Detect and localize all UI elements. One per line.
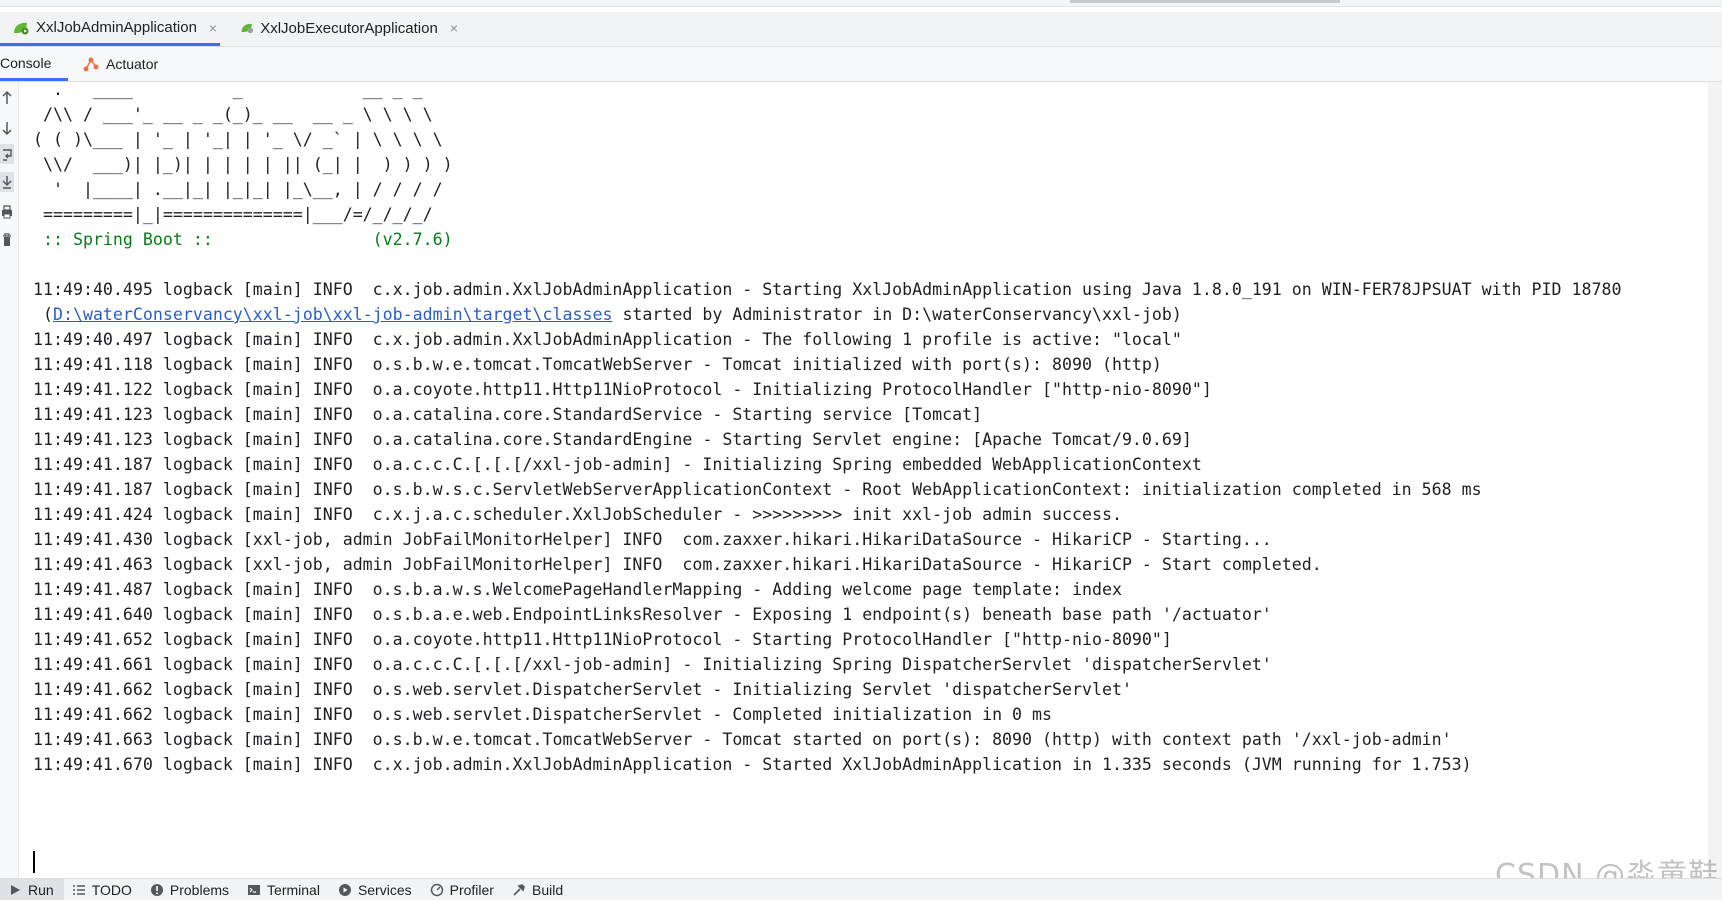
profiler-icon [430,883,443,896]
log-line: 11:49:41.663 logback [main] INFO o.s.b.w… [33,730,1452,749]
log-line: 11:49:41.661 logback [main] INFO o.a.c.c… [33,655,1272,674]
services-icon [338,883,351,896]
profiler-tool-button[interactable]: Profiler [422,879,504,900]
close-icon[interactable]: × [209,20,217,36]
run-tabs-bar: XxlJobAdminApplication × XxlJobExecutorA… [0,12,1722,47]
problems-icon [150,883,163,896]
log-line: 11:49:41.662 logback [main] INFO o.s.web… [33,705,1053,724]
tab-label: XxlJobExecutorApplication [260,19,438,37]
tool-window-bar: Run TODO Problems Terminal Services Prof… [0,878,1722,900]
down-arrow-icon[interactable] [0,118,14,138]
console-output[interactable]: . ____ _ __ _ _ /\\ / ___'_ __ _ _(_)_ _… [19,82,1701,878]
tool-label: Run [28,881,54,898]
banner-line: ( ( )\___ | '_ | '_| | '_ \/ _` | \ \ \ … [33,130,443,149]
console-toolbar [0,82,19,878]
spring-boot-run-icon [14,22,29,34]
print-icon[interactable] [0,202,14,222]
tool-label: Problems [169,881,230,898]
log-line: 11:49:41.118 logback [main] INFO o.s.b.w… [33,355,1162,374]
spring-boot-run-icon [241,23,254,34]
log-line: 11:49:41.187 logback [main] INFO o.a.c.c… [33,455,1202,474]
log-line: 11:49:41.123 logback [main] INFO o.a.cat… [33,430,1192,449]
log-text: started by Administrator in D:\waterCons… [612,305,1182,324]
log-line: 11:49:41.123 logback [main] INFO o.a.cat… [33,405,983,424]
log-line: 11:49:41.652 logback [main] INFO o.a.coy… [33,630,1172,649]
soft-wrap-icon[interactable] [0,144,14,164]
log-line: 11:49:41.430 logback [xxl-job, admin Job… [33,530,1272,549]
vertical-scrollbar[interactable] [1708,82,1722,878]
trash-icon[interactable] [0,230,14,250]
todo-tool-button[interactable]: TODO [64,879,142,900]
run-icon [11,884,20,895]
tab-label: Console [0,54,52,71]
terminal-tool-button[interactable]: Terminal [239,879,330,900]
editor-top-strip [0,0,1722,7]
log-line: 11:49:41.487 logback [main] INFO o.s.b.a… [33,580,1122,599]
log-line: 11:49:41.640 logback [main] INFO o.s.b.a… [33,605,1272,624]
problems-tool-button[interactable]: Problems [142,879,239,900]
tab-xxljobexecutorapplication[interactable]: XxlJobExecutorApplication × [228,12,458,44]
services-tool-button[interactable]: Services [330,879,422,900]
todo-icon [72,884,85,895]
log-text: ( [33,305,53,324]
log-line: 11:49:41.463 logback [xxl-job, admin Job… [33,555,1322,574]
log-line: 11:49:41.122 logback [main] INFO o.a.coy… [33,380,1212,399]
build-icon [513,883,525,896]
log-line: 11:49:41.187 logback [main] INFO o.s.b.w… [33,480,1482,499]
scroll-to-end-icon[interactable] [0,172,14,192]
log-line: 11:49:40.495 logback [main] INFO c.x.job… [33,280,1622,299]
tool-label: Profiler [449,881,494,898]
terminal-icon [248,884,261,895]
log-line-continuation: (D:\waterConservancy\xxl-job\xxl-job-adm… [33,303,1182,327]
banner-line: ' |____| .__|_| |_|_| |_\__, | / / / / [33,180,443,199]
tool-label: Build [531,881,564,898]
banner-line: . ____ _ __ _ _ [33,82,423,99]
banner-line: /\\ / ___'_ __ _ _(_)_ __ __ _ \ \ \ \ [33,105,433,124]
banner-line: \\/ ___)| |_)| | | | | || (_| | ) ) ) ) [33,155,453,174]
log-line: 11:49:41.662 logback [main] INFO o.s.web… [33,680,1132,699]
build-tool-button[interactable]: Build [504,879,573,900]
tab-actuator[interactable]: Actuator [82,47,182,81]
tool-label: Services [357,881,412,898]
run-tool-button[interactable]: Run [0,879,64,900]
log-line: 11:49:40.497 logback [main] INFO c.x.job… [33,330,1182,349]
tool-label: Terminal [267,881,320,898]
console-sub-tabs: Console Actuator [0,47,1722,82]
classes-path-link[interactable]: D:\waterConservancy\xxl-job\xxl-job-admi… [53,305,612,324]
horizontal-scrollbar-thumb[interactable] [1070,0,1340,3]
tab-console[interactable]: Console [0,47,68,81]
banner-line: =========|_|==============|___/=/_/_/_/ [33,205,433,224]
log-line: 11:49:41.670 logback [main] INFO c.x.job… [33,755,1472,774]
tab-label: XxlJobAdminApplication [36,19,197,36]
log-line: 11:49:41.424 logback [main] INFO c.x.j.a… [33,505,1122,524]
console-input-caret[interactable] [33,851,35,873]
tab-label: Actuator [106,56,159,72]
up-arrow-icon[interactable] [0,88,14,108]
actuator-icon [83,57,99,72]
spring-boot-version-line: :: Spring Boot :: (v2.7.6) [33,230,453,249]
close-icon[interactable]: × [450,20,458,36]
tab-xxljobadminapplication[interactable]: XxlJobAdminApplication × [0,12,220,46]
tool-label: TODO [91,881,132,898]
